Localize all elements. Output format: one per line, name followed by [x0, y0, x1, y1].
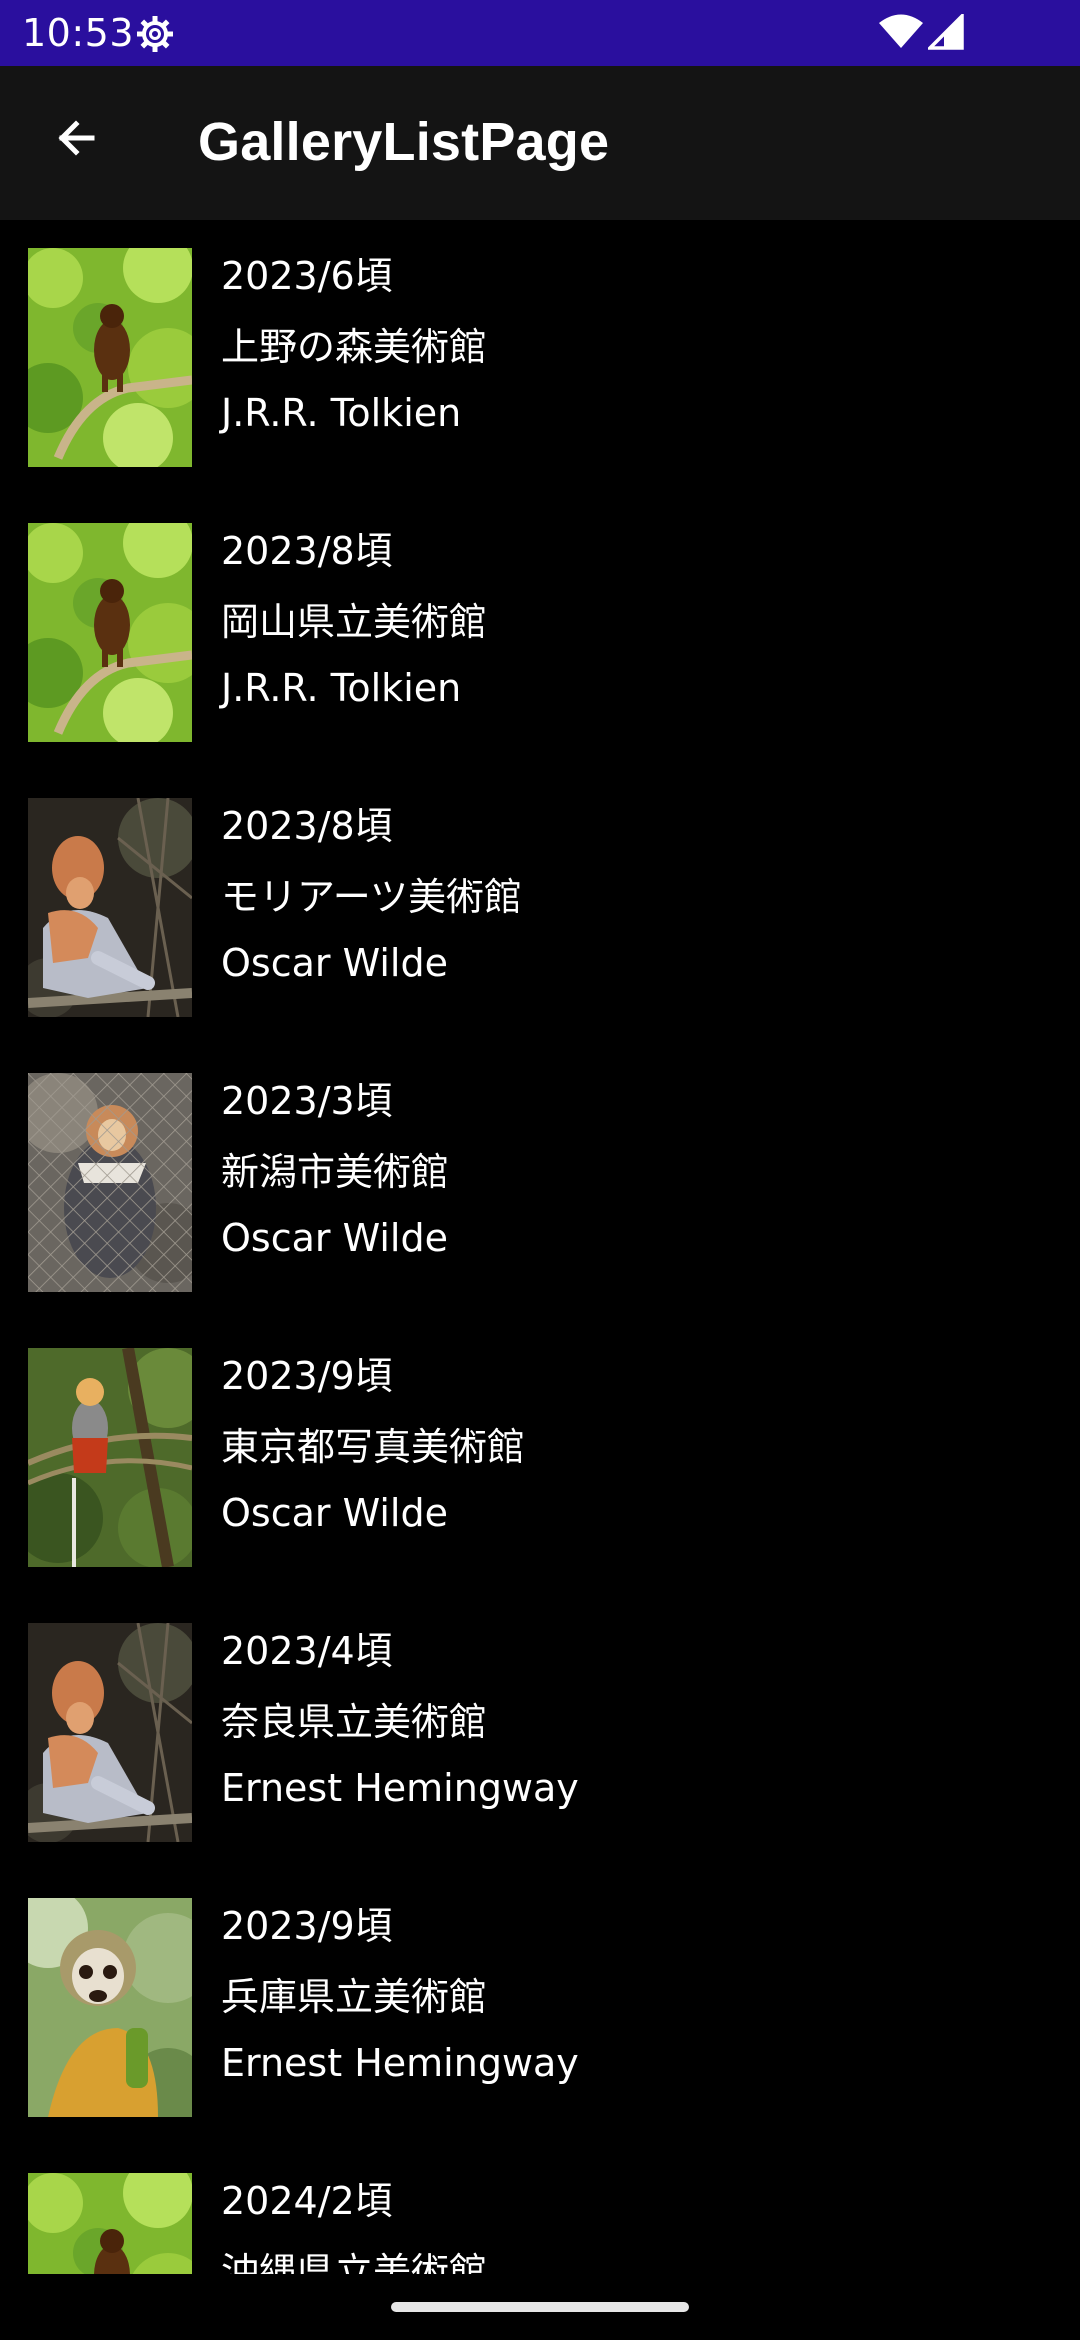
item-museum: モリアーツ美術館 [221, 875, 522, 919]
thumbnail-image [28, 1898, 192, 2117]
list-item[interactable]: 2023/4頃 奈良県立美術館 Ernest Hemingway [0, 1595, 1080, 1870]
item-author: Ernest Hemingway [221, 1766, 579, 1810]
list-item[interactable]: 2023/6頃 上野の森美術館 J.R.R. Tolkien [0, 220, 1080, 495]
home-indicator[interactable] [391, 2302, 689, 2312]
thumbnail-image [28, 1623, 192, 1842]
item-author: Oscar Wilde [221, 1491, 448, 1535]
item-date: 2023/9頃 [221, 1904, 393, 1948]
item-date: 2023/8頃 [221, 804, 393, 848]
list-item[interactable]: 2023/9頃 兵庫県立美術館 Ernest Hemingway [0, 1870, 1080, 2145]
item-date: 2023/8頃 [221, 529, 393, 573]
item-museum: 岡山県立美術館 [221, 600, 488, 644]
back-arrow-icon [52, 114, 100, 166]
item-author: Ernest Hemingway [221, 2041, 579, 2085]
list-item[interactable]: 2023/8頃 モリアーツ美術館 Oscar Wilde [0, 770, 1080, 1045]
page-title: GalleryListPage [198, 112, 610, 172]
item-museum: 沖縄県立美術館 [221, 2250, 488, 2274]
item-author: Oscar Wilde [221, 1216, 448, 1260]
item-author: Oscar Wilde [221, 941, 448, 985]
thumbnail-image [28, 2173, 192, 2274]
list-item[interactable]: 2023/3頃 新潟市美術館 Oscar Wilde [0, 1045, 1080, 1320]
thumbnail-image [28, 1073, 192, 1292]
gallery-list[interactable]: 2023/6頃 上野の森美術館 J.R.R. Tolkien 2023/8頃 岡… [0, 220, 1080, 2274]
status-time: 10:53 [22, 11, 135, 55]
item-date: 2023/6頃 [221, 254, 393, 298]
thumbnail-image [28, 1348, 192, 1567]
list-item[interactable]: 2024/2頃 沖縄県立美術館 [0, 2145, 1080, 2274]
item-museum: 東京都写真美術館 [221, 1425, 526, 1469]
list-item[interactable]: 2023/8頃 岡山県立美術館 J.R.R. Tolkien [0, 495, 1080, 770]
thumbnail-image [28, 798, 192, 1017]
back-button[interactable] [40, 104, 112, 176]
item-museum: 新潟市美術館 [221, 1150, 450, 1194]
item-date: 2023/4頃 [221, 1629, 393, 1673]
thumbnail-image [28, 248, 192, 467]
item-author: J.R.R. Tolkien [221, 391, 462, 435]
item-museum: 兵庫県立美術館 [221, 1975, 488, 2019]
item-museum: 上野の森美術館 [221, 325, 488, 369]
thumbnail-image [28, 523, 192, 742]
gear-icon [135, 14, 175, 54]
app-bar: GalleryListPage [0, 66, 1080, 220]
item-date: 2023/9頃 [221, 1354, 393, 1398]
item-museum: 奈良県立美術館 [221, 1700, 488, 1744]
signal-icon [925, 11, 964, 50]
item-date: 2023/3頃 [221, 1079, 393, 1123]
wifi-icon [878, 14, 924, 50]
list-item[interactable]: 2023/9頃 東京都写真美術館 Oscar Wilde [0, 1320, 1080, 1595]
item-date: 2024/2頃 [221, 2179, 393, 2223]
status-bar: 10:53 [0, 0, 1080, 66]
item-author: J.R.R. Tolkien [221, 666, 462, 710]
